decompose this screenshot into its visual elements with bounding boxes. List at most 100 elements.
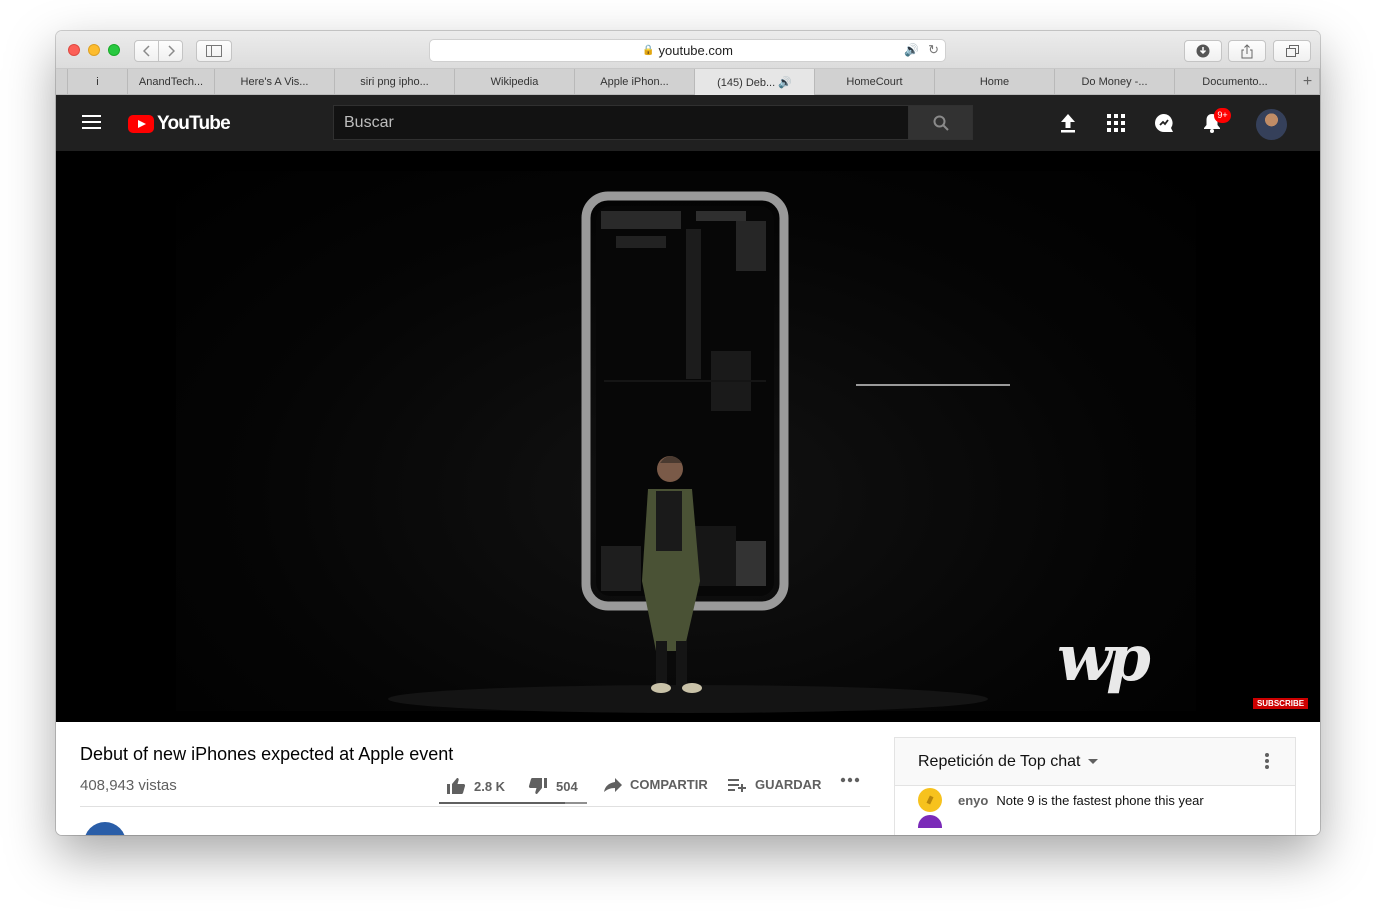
plus-icon: + (1302, 73, 1313, 90)
title-bar: 🔒 youtube.com 🔊 ↻ (56, 31, 1320, 69)
tab-item-active[interactable]: (145) Deb... 🔊 (695, 69, 815, 95)
video-info-section: Debut of new iPhones expected at Apple e… (56, 722, 1320, 835)
tab-item[interactable]: Wikipedia (455, 69, 575, 95)
tab-label: Home (979, 76, 1010, 88)
like-dislike-ratio-bar (439, 802, 587, 804)
like-count: 2.8 K (474, 778, 506, 794)
subscribe-watermark-button[interactable]: SUBSCRIBE (1253, 698, 1308, 709)
playlist-add-icon (728, 778, 746, 792)
youtube-header: YouTube Buscar 9+ (56, 95, 1320, 151)
sidebar-icon (206, 45, 222, 57)
address-url: youtube.com (658, 43, 733, 58)
downloads-button[interactable] (1184, 40, 1222, 62)
caret-down-icon (1088, 759, 1099, 764)
search-placeholder: Buscar (344, 113, 394, 131)
tab-item[interactable]: Apple iPhon... (575, 69, 695, 95)
chat-bubble-icon (1155, 114, 1173, 132)
youtube-logo[interactable]: YouTube (128, 113, 231, 135)
tab-item[interactable]: Documento... (1175, 69, 1296, 95)
chat-message: enyo Note 9 is the fastest phone this ye… (895, 786, 1295, 814)
close-window-button[interactable] (68, 44, 80, 56)
tab-item[interactable]: Home (935, 69, 1055, 95)
chat-author-avatar (918, 815, 942, 828)
washington-post-watermark: wp (1057, 621, 1151, 696)
share-icon (1241, 43, 1253, 58)
messages-button[interactable] (1152, 111, 1176, 135)
tab-label: Documento... (1202, 76, 1268, 88)
search-input[interactable]: Buscar (333, 105, 909, 140)
tab-bar: i AnandTech... Here's A Vis... siri png … (56, 69, 1320, 95)
tab-item[interactable]: siri png ipho... (335, 69, 455, 95)
upload-icon (1061, 114, 1075, 133)
chat-title: Repetición de Top chat (918, 752, 1081, 770)
like-ratio-fill (439, 802, 565, 804)
share-label: COMPARTIR (630, 777, 708, 792)
speaker-icon[interactable]: 🔊 (904, 43, 919, 57)
share-arrow-icon (604, 777, 622, 792)
chat-author-avatar (918, 788, 942, 812)
share-video-button[interactable]: COMPARTIR (604, 777, 708, 792)
tab-label: AnandTech... (138, 76, 204, 88)
chat-message-text: Note 9 is the fastest phone this year (996, 792, 1204, 808)
thumbs-down-icon (528, 778, 547, 794)
search-icon (933, 115, 949, 131)
new-tab-button[interactable]: + (1296, 69, 1320, 95)
upload-button[interactable] (1056, 111, 1080, 135)
view-count: 408,943 vistas (80, 777, 177, 794)
chat-replay-panel: Repetición de Top chat enyo Note 9 is th… (894, 737, 1296, 835)
address-bar[interactable]: 🔒 youtube.com 🔊 ↻ (429, 39, 946, 62)
like-button[interactable]: 2.8 K (446, 777, 505, 795)
tab-label: siri png ipho... (360, 76, 429, 88)
chevron-left-icon (142, 45, 150, 57)
tab-label: Do Money -... (1081, 76, 1148, 88)
show-tabs-button[interactable] (1273, 40, 1311, 62)
tab-pinned-edge[interactable] (56, 69, 68, 95)
maximize-window-button[interactable] (108, 44, 120, 56)
tab-item[interactable]: AnandTech... (128, 69, 215, 95)
save-to-playlist-button[interactable]: GUARDAR (728, 777, 821, 792)
tab-item[interactable]: Do Money -... (1055, 69, 1175, 95)
apps-grid-icon (1107, 114, 1125, 132)
apps-button[interactable] (1104, 111, 1128, 135)
chevron-right-icon (167, 45, 175, 57)
thumbs-up-icon (447, 778, 466, 794)
tabs-overview-icon (1285, 45, 1299, 57)
tab-item[interactable]: i (68, 69, 128, 95)
tab-label: HomeCourt (846, 76, 903, 88)
section-divider (80, 806, 870, 807)
tab-label: Here's A Vis... (240, 76, 309, 88)
tab-label: Wikipedia (490, 76, 539, 88)
chat-message-partial (895, 814, 1295, 828)
video-player[interactable]: wp SUBSCRIBE (56, 151, 1320, 722)
youtube-wordmark: YouTube (157, 113, 231, 134)
reload-icon[interactable]: ↻ (928, 42, 939, 58)
account-avatar[interactable] (1256, 109, 1287, 140)
minimize-window-button[interactable] (88, 44, 100, 56)
tab-item[interactable]: Here's A Vis... (215, 69, 335, 95)
notification-badge: 9+ (1214, 108, 1231, 123)
search-button[interactable] (908, 105, 973, 140)
more-actions-button[interactable] (840, 777, 860, 783)
sidebar-toggle-button[interactable] (196, 40, 232, 62)
youtube-play-icon (128, 115, 154, 133)
download-icon (1196, 44, 1210, 58)
tab-label: Apple iPhon... (600, 76, 669, 88)
chat-header[interactable]: Repetición de Top chat (895, 738, 1295, 786)
forward-button[interactable] (158, 40, 183, 62)
more-vertical-icon[interactable] (1265, 753, 1269, 771)
channel-avatar[interactable] (84, 822, 126, 835)
dislike-count: 504 (556, 778, 578, 794)
menu-icon[interactable] (82, 115, 101, 130)
video-title: Debut of new iPhones expected at Apple e… (80, 744, 454, 764)
tab-label: i (96, 76, 99, 88)
dislike-button[interactable]: 504 (528, 777, 578, 795)
more-horizontal-icon (840, 777, 860, 783)
back-button[interactable] (134, 40, 159, 62)
tab-label: (145) Deb... 🔊 (717, 76, 792, 89)
share-button[interactable] (1228, 40, 1266, 62)
browser-window: 🔒 youtube.com 🔊 ↻ i AnandTech... Here's … (56, 31, 1320, 835)
lock-icon: 🔒 (642, 45, 655, 56)
tab-item[interactable]: HomeCourt (815, 69, 935, 95)
save-label: GUARDAR (755, 777, 822, 792)
chat-author-name: enyo (958, 792, 989, 808)
